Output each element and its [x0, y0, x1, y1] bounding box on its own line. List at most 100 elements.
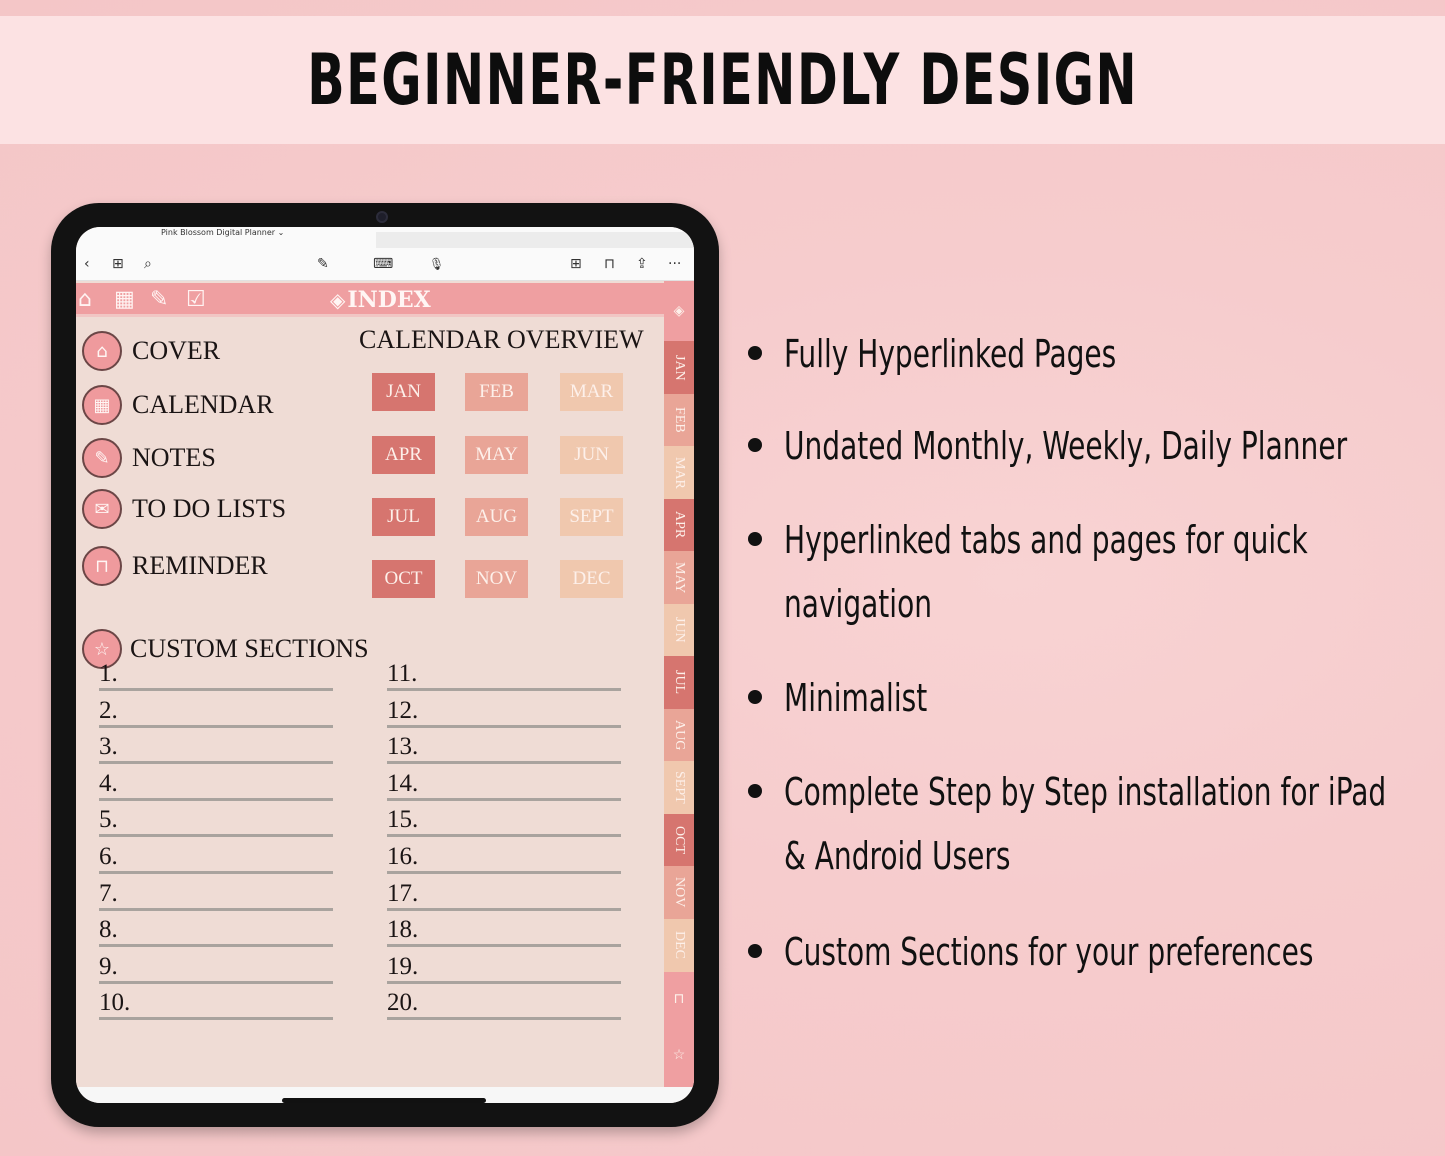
- side-tab-oct[interactable]: OCT: [664, 813, 694, 867]
- bullet-icon: [748, 532, 762, 546]
- pen-tool-icon[interactable]: ✎: [317, 256, 329, 272]
- bookmark-icon[interactable]: ⊓: [604, 256, 615, 272]
- side-tab-nov[interactable]: NOV: [664, 866, 694, 919]
- custom-section-line[interactable]: 17.: [387, 879, 621, 911]
- side-tab-label: DEC: [672, 931, 687, 959]
- add-page-icon[interactable]: ⊞: [570, 256, 582, 272]
- side-tab-custom[interactable]: ☆: [664, 1027, 694, 1083]
- custom-section-line[interactable]: 7.: [99, 879, 333, 911]
- side-tab-index[interactable]: ◈: [664, 281, 694, 341]
- side-tab-feb[interactable]: FEB: [664, 393, 694, 447]
- tablet-device: Pink Blossom Digital Planner ⌄ ‹ ⊞ ⌕ ✎ ⌨…: [51, 203, 719, 1127]
- back-icon[interactable]: ‹: [84, 256, 90, 272]
- home-icon[interactable]: ⌂: [78, 287, 92, 313]
- custom-section-line[interactable]: 4.: [99, 769, 333, 801]
- nav-item-calendar[interactable]: ▦ CALENDAR: [82, 385, 274, 425]
- custom-section-line[interactable]: 10.: [99, 988, 333, 1021]
- custom-section-line[interactable]: 9.: [99, 952, 333, 984]
- layers-icon: ◈: [330, 288, 346, 312]
- app-toolbar: ‹ ⊞ ⌕ ✎ ⌨ 🎙 ⊞ ⊓ ⇪ ···: [76, 249, 694, 281]
- bullet-icon: [748, 784, 762, 798]
- month-button-nov[interactable]: NOV: [465, 560, 528, 598]
- nav-label: TO DO LISTS: [132, 494, 287, 523]
- custom-section-line[interactable]: 11.: [387, 659, 621, 691]
- month-button-dec[interactable]: DEC: [560, 560, 623, 598]
- month-button-oct[interactable]: OCT: [372, 560, 435, 598]
- side-tab-label: APR: [672, 511, 687, 539]
- month-button-apr[interactable]: APR: [372, 436, 435, 474]
- bullet-icon: [748, 944, 762, 958]
- custom-section-line[interactable]: 15.: [387, 805, 621, 838]
- custom-section-line[interactable]: 19.: [387, 952, 621, 984]
- custom-section-line[interactable]: 1.: [99, 659, 333, 691]
- side-tab-apr[interactable]: APR: [664, 498, 694, 552]
- nav-item-reminder[interactable]: ⊓ REMINDER: [82, 546, 268, 586]
- document-title[interactable]: Pink Blossom Digital Planner ⌄: [161, 228, 284, 237]
- side-tab-mar[interactable]: MAR: [664, 446, 694, 499]
- home-icon: ⌂: [82, 331, 122, 371]
- custom-section-line[interactable]: 3.: [99, 732, 333, 765]
- custom-section-line[interactable]: 14.: [387, 769, 621, 801]
- side-tab-label: OCT: [672, 826, 687, 854]
- custom-section-line[interactable]: 8.: [99, 915, 333, 948]
- custom-section-line[interactable]: 13.: [387, 732, 621, 765]
- status-area: [376, 232, 694, 248]
- month-button-mar[interactable]: MAR: [560, 373, 623, 411]
- bullet-icon: [748, 690, 762, 704]
- side-tab-label: JUN: [672, 617, 687, 643]
- bookmark-icon: ⊓: [673, 991, 685, 1007]
- calendar-icon[interactable]: ▦: [114, 287, 135, 313]
- planner-index-page: ⌂ ▦ ✎ ☑ ◈INDEX ⌂ COVER ▦ CALENDAR ✎ NOTE…: [76, 281, 694, 1087]
- side-tab-may[interactable]: MAY: [664, 551, 694, 604]
- nav-label: NOTES: [132, 443, 216, 472]
- feature-item: Fully Hyperlinked Pages: [748, 322, 1445, 386]
- nav-item-cover[interactable]: ⌂ COVER: [82, 331, 220, 371]
- nav-item-notes[interactable]: ✎ NOTES: [82, 438, 216, 478]
- custom-section-line[interactable]: 6.: [99, 842, 333, 874]
- custom-section-line[interactable]: 2.: [99, 696, 333, 728]
- feature-item: Hyperlinked tabs and pages for quick nav…: [748, 508, 1445, 636]
- custom-section-line[interactable]: 16.: [387, 842, 621, 874]
- todo-icon[interactable]: ☑: [186, 287, 206, 313]
- calendar-icon: ▦: [82, 385, 122, 425]
- month-button-feb[interactable]: FEB: [465, 373, 528, 411]
- custom-section-line[interactable]: 18.: [387, 915, 621, 948]
- nav-item-todo-lists[interactable]: ✉ TO DO LISTS: [82, 489, 286, 529]
- side-tab-jul[interactable]: JUL: [664, 656, 694, 709]
- nav-label: CALENDAR: [132, 390, 274, 419]
- microphone-icon[interactable]: 🎙: [429, 256, 444, 272]
- month-button-jul[interactable]: JUL: [372, 498, 435, 536]
- pen-icon[interactable]: ✎: [150, 287, 168, 313]
- home-indicator[interactable]: [282, 1098, 486, 1103]
- todo-icon: ✉: [82, 489, 122, 529]
- month-button-aug[interactable]: AUG: [465, 498, 528, 536]
- side-tab-jan[interactable]: JAN: [664, 341, 694, 394]
- more-icon[interactable]: ···: [668, 256, 681, 272]
- side-tab-sept[interactable]: SEPT: [664, 761, 694, 814]
- share-icon[interactable]: ⇪: [636, 256, 648, 272]
- side-tab-dec[interactable]: DEC: [664, 918, 694, 972]
- bullet-icon: [748, 438, 762, 452]
- search-icon[interactable]: ⌕: [144, 256, 152, 272]
- feature-item: Custom Sections for your preferences: [748, 920, 1445, 984]
- side-tab-aug[interactable]: AUG: [664, 708, 694, 762]
- custom-section-line[interactable]: 20.: [387, 988, 621, 1021]
- pen-icon: ✎: [82, 438, 122, 478]
- month-button-jun[interactable]: JUN: [560, 436, 623, 474]
- bookmark-icon: ⊓: [82, 546, 122, 586]
- side-tab-label: AUG: [672, 719, 687, 751]
- side-tab-label: JAN: [672, 354, 687, 381]
- custom-section-line[interactable]: 5.: [99, 805, 333, 838]
- side-tab-jun[interactable]: JUN: [664, 603, 694, 657]
- month-button-may[interactable]: MAY: [465, 436, 528, 474]
- side-tab-label: JUL: [672, 670, 687, 695]
- status-bar: Pink Blossom Digital Planner ⌄: [76, 227, 694, 249]
- index-title[interactable]: ◈INDEX: [330, 287, 431, 313]
- grid-icon[interactable]: ⊞: [112, 256, 124, 272]
- keyboard-icon[interactable]: ⌨: [373, 256, 393, 272]
- month-button-jan[interactable]: JAN: [372, 373, 435, 411]
- side-tab-reminder[interactable]: ⊓: [664, 971, 694, 1027]
- custom-section-line[interactable]: 12.: [387, 696, 621, 728]
- month-button-sept[interactable]: SEPT: [560, 498, 623, 536]
- feature-item: Undated Monthly, Weekly, Daily Planner: [748, 414, 1445, 478]
